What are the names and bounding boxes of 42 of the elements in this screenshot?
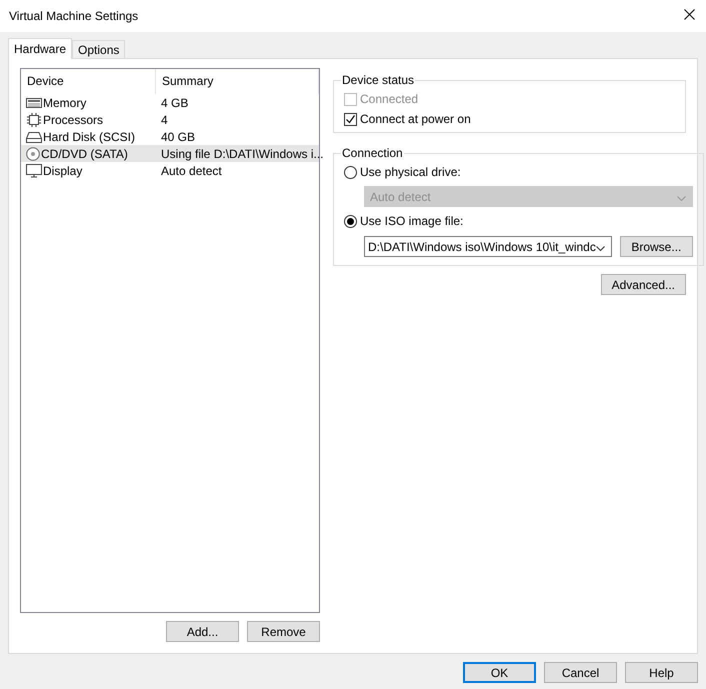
checkbox-label: Connect at power on xyxy=(360,112,471,126)
device-row[interactable]: Hard Disk (SCSI) 40 GB xyxy=(21,128,319,145)
memory-icon xyxy=(26,96,42,108)
column-header[interactable]: Device xyxy=(21,69,156,94)
radio-button[interactable] xyxy=(344,166,357,178)
dialog-button[interactable]: OK xyxy=(463,662,536,683)
iso-path-combo[interactable]: D:\DATI\Windows iso\Windows 10\it_windc xyxy=(364,236,612,257)
close-icon[interactable] xyxy=(684,9,695,20)
dialog-button[interactable]: Cancel xyxy=(544,662,617,683)
device-summary: Auto detect xyxy=(160,164,223,178)
device-row[interactable]: Display Auto detect xyxy=(21,162,319,179)
caret-icon xyxy=(676,196,686,200)
caret-icon xyxy=(596,246,605,250)
group-label: Connection xyxy=(341,146,404,160)
browse-button[interactable]: Browse... xyxy=(620,236,693,257)
device-row[interactable]: Memory 4 GB xyxy=(21,94,319,111)
list-button[interactable]: Remove xyxy=(247,621,320,642)
device-name: CD/DVD (SATA) xyxy=(41,146,128,160)
device-name: Memory xyxy=(43,96,86,110)
radio-label: Use ISO image file: xyxy=(360,214,464,228)
radio-label: Use physical drive: xyxy=(360,165,461,179)
advanced-button[interactable]: Advanced... xyxy=(600,274,686,295)
checkbox-label: Connected xyxy=(360,92,418,106)
device-summary: 4 xyxy=(160,112,169,126)
monitor-icon xyxy=(26,164,42,178)
device-row[interactable]: Processors 4 xyxy=(21,111,319,128)
disc-icon xyxy=(26,146,40,160)
column-header[interactable]: Summary xyxy=(156,69,319,94)
device-summary: 40 GB xyxy=(160,130,196,144)
tab[interactable]: Hardware xyxy=(8,38,72,59)
tab[interactable]: Options xyxy=(72,40,126,58)
dialog-button[interactable]: Help xyxy=(625,662,698,683)
chip-icon xyxy=(26,112,42,126)
device-name: Hard Disk (SCSI) xyxy=(43,130,136,144)
device-name: Processors xyxy=(43,112,104,126)
window-title: Virtual Machine Settings xyxy=(9,9,138,23)
list-button[interactable]: Add... xyxy=(166,621,239,642)
radio-button[interactable] xyxy=(344,214,357,228)
device-summary: 4 GB xyxy=(160,96,190,110)
checkbox[interactable] xyxy=(344,112,357,126)
group-label: Device status xyxy=(341,73,416,87)
device-name: Display xyxy=(43,164,82,178)
